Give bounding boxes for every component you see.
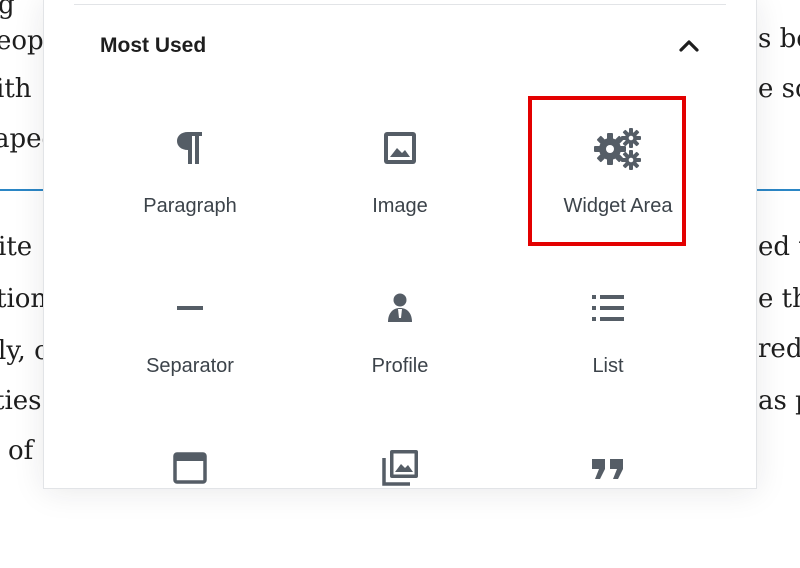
- bg-text-left: ly, c: [0, 336, 49, 366]
- bg-text-right: ed to: [758, 232, 800, 262]
- block-profile[interactable]: Profile: [310, 258, 490, 408]
- gallery-icon: [382, 450, 418, 486]
- bg-text-left: ite: [0, 232, 33, 262]
- image-icon: [384, 132, 416, 164]
- list-icon: [592, 295, 624, 321]
- block-paragraph[interactable]: Paragraph: [100, 98, 280, 248]
- bg-text-right: e the: [758, 284, 800, 314]
- block-label: Image: [372, 195, 428, 217]
- bg-text-right: red: [758, 334, 800, 364]
- chevron-up-icon: [679, 40, 699, 52]
- gears-icon: [594, 128, 641, 170]
- profile-icon: [388, 293, 412, 322]
- block-gallery[interactable]: [310, 418, 490, 568]
- bg-text-left: ties: [0, 386, 42, 416]
- block-label: List: [592, 355, 624, 377]
- bg-text-left: of: [8, 436, 34, 466]
- panel-divider: [74, 4, 726, 5]
- block-label: Widget Area: [563, 195, 673, 217]
- block-label: Separator: [146, 355, 234, 377]
- collapse-section-button[interactable]: [672, 32, 706, 60]
- bg-rule-right: [756, 189, 800, 191]
- bg-text-left: tion: [0, 284, 48, 314]
- block-list[interactable]: List: [518, 258, 698, 408]
- block-image[interactable]: Image: [310, 98, 490, 248]
- block-window[interactable]: [100, 418, 280, 568]
- quote-icon: [592, 459, 623, 479]
- block-widget-area[interactable]: Widget Area: [528, 98, 708, 248]
- bg-text-right: s be: [758, 24, 800, 54]
- block-label: Paragraph: [143, 195, 237, 217]
- bg-text-right: e sc: [758, 74, 800, 104]
- bg-rule-left: [0, 189, 44, 191]
- panel-section-title: Most Used: [100, 34, 207, 57]
- block-label: Profile: [371, 355, 429, 377]
- paragraph-icon: [177, 132, 202, 164]
- separator-icon: [177, 306, 203, 310]
- bg-text-left: eop: [0, 26, 44, 56]
- bg-text-right: as p: [758, 386, 800, 416]
- bg-text-left: g: [0, 0, 15, 20]
- block-quote[interactable]: [518, 418, 698, 568]
- bg-text-left: ith: [0, 74, 32, 104]
- block-separator[interactable]: Separator: [100, 258, 280, 408]
- block-inserter-panel: Most Used Paragraph Image Widget Area Se…: [44, 0, 756, 488]
